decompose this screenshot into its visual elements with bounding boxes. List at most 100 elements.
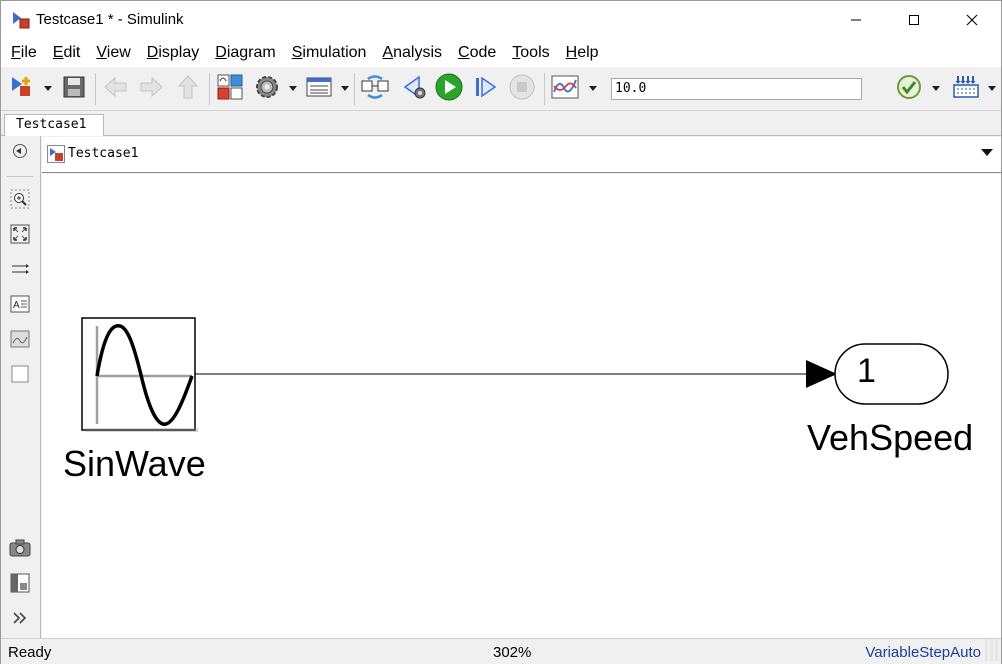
build-icon [951, 73, 981, 105]
new-model-button[interactable] [7, 74, 37, 104]
title-bar: Testcase1 * - Simulink [1, 1, 1001, 39]
step-forward-icon [472, 74, 498, 104]
step-back-button[interactable] [399, 74, 429, 104]
status-bar: Ready 302% VariableStepAuto [1, 638, 1001, 664]
fit-to-view-button[interactable] [9, 224, 31, 248]
model-browser-icon [10, 573, 30, 597]
model-settings-button[interactable] [251, 74, 283, 104]
save-icon [62, 75, 86, 103]
library-browser-icon [216, 73, 244, 105]
explorer-dropdown[interactable] [981, 149, 993, 156]
tab-testcase1[interactable]: Testcase1 [4, 114, 104, 136]
double-chevron-right-icon [11, 610, 29, 630]
route-lines-button[interactable] [9, 260, 31, 282]
simulink-model-icon [11, 10, 31, 30]
menu-simulation[interactable]: Simulation [284, 40, 375, 66]
sinwave-label[interactable]: SinWave [63, 443, 206, 485]
up-icon [177, 74, 199, 104]
menu-edit[interactable]: Edit [45, 40, 89, 66]
minimize-button[interactable] [827, 1, 885, 39]
build-dropdown[interactable] [988, 86, 996, 91]
fit-view-icon [10, 224, 30, 248]
menu-code[interactable]: Code [450, 40, 504, 66]
model-advisor-icon [896, 74, 922, 104]
menu-view[interactable]: View [88, 40, 138, 66]
explorer-path[interactable]: Testcase1 [68, 146, 138, 161]
expand-palette-button[interactable] [9, 609, 31, 631]
data-inspector-icon [550, 74, 580, 104]
data-inspector-dropdown[interactable] [589, 86, 597, 91]
stop-button[interactable] [506, 74, 538, 104]
up-button[interactable] [173, 74, 203, 104]
data-inspector-button[interactable] [549, 74, 581, 104]
new-model-icon [9, 74, 35, 104]
simulink-model-icon [47, 145, 65, 167]
screenshot-button[interactable] [9, 539, 31, 561]
toolbar-separator [354, 73, 355, 105]
menu-analysis[interactable]: Analysis [374, 40, 450, 66]
resize-grip-icon[interactable] [981, 639, 999, 663]
menu-file[interactable]: File [3, 40, 45, 66]
hide-explorer-button[interactable] [9, 142, 31, 164]
model-explorer-dropdown[interactable] [341, 86, 349, 91]
signal-arrowhead [806, 360, 837, 388]
menu-help[interactable]: Help [558, 40, 607, 66]
outport-number: 1 [857, 352, 876, 390]
zoom-in-icon [10, 189, 30, 213]
circle-arrow-left-icon [12, 143, 28, 163]
image-button[interactable] [9, 330, 31, 352]
library-browser-button[interactable] [214, 74, 246, 104]
back-icon [103, 76, 129, 102]
explorer-bar: Testcase1 [42, 137, 1001, 173]
back-button[interactable] [101, 74, 131, 104]
image-icon [10, 330, 30, 352]
model-explorer-icon [305, 75, 333, 103]
model-settings-dropdown[interactable] [289, 86, 297, 91]
camera-icon [9, 539, 31, 561]
annotation-icon: A [10, 295, 30, 317]
model-explorer-button[interactable] [303, 74, 335, 104]
update-diagram-button[interactable] [359, 74, 391, 104]
menu-display[interactable]: Display [139, 40, 207, 66]
model-canvas[interactable]: 1 SinWave VehSpeed [42, 174, 1001, 638]
model-tab-strip: Testcase1 [1, 112, 1001, 136]
vehspeed-outport-block[interactable] [834, 343, 949, 405]
window-title: Testcase1 * - Simulink [36, 11, 184, 28]
toolbar-separator [95, 73, 96, 105]
route-lines-icon [10, 259, 30, 283]
area-button[interactable] [9, 365, 31, 387]
new-model-dropdown[interactable] [44, 86, 52, 91]
status-state: Ready [8, 644, 52, 661]
close-button[interactable] [943, 1, 1001, 39]
left-palette: A [1, 136, 41, 638]
zoom-level: 302% [493, 644, 532, 661]
model-browser-button[interactable] [9, 573, 31, 597]
menu-diagram[interactable]: Diagram [207, 40, 283, 66]
model-advisor-dropdown[interactable] [932, 86, 940, 91]
solver-link[interactable]: VariableStepAuto [865, 644, 981, 661]
menu-tools[interactable]: Tools [504, 40, 557, 66]
build-button[interactable] [950, 74, 982, 104]
step-back-icon [401, 74, 427, 104]
diagram-svg [81, 317, 949, 432]
stop-time-field[interactable]: 10.0 [611, 78, 862, 100]
sinwave-block[interactable] [81, 317, 198, 432]
run-button[interactable] [433, 72, 465, 106]
toolbar-separator [544, 73, 545, 105]
vehspeed-label[interactable]: VehSpeed [807, 417, 973, 459]
forward-button[interactable] [136, 74, 166, 104]
maximize-button[interactable] [885, 1, 943, 39]
model-settings-icon [253, 73, 281, 105]
step-forward-button[interactable] [470, 74, 500, 104]
simulink-window: Testcase1 * - Simulink File Edit View Di… [0, 0, 1002, 664]
run-icon [434, 72, 464, 106]
stop-icon [508, 73, 536, 105]
menu-bar: File Edit View Display Diagram Simulatio… [1, 39, 1001, 67]
palette-separator [7, 176, 33, 177]
annotation-button[interactable]: A [9, 295, 31, 317]
save-button[interactable] [59, 74, 89, 104]
zoom-button[interactable] [9, 189, 31, 213]
update-diagram-icon [360, 75, 390, 103]
toolbar-separator [209, 73, 210, 105]
model-advisor-button[interactable] [894, 74, 924, 104]
